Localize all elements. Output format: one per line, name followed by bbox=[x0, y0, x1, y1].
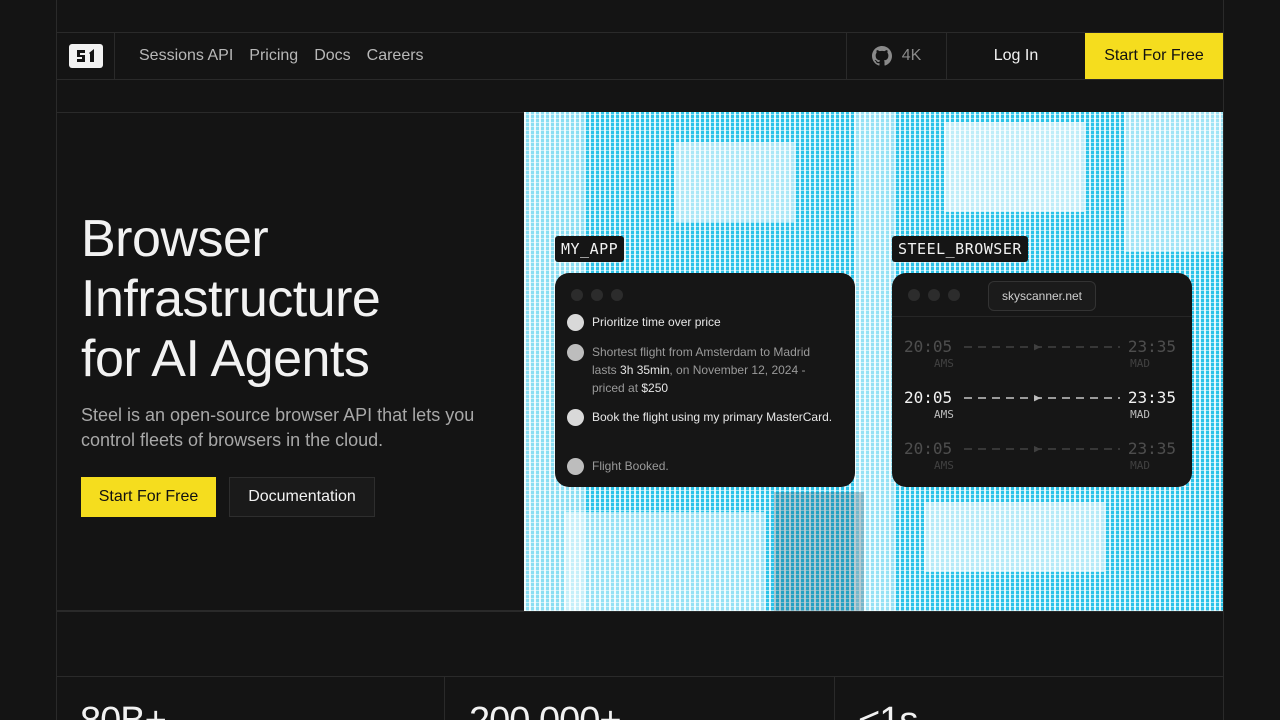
hero-title: Browser Infrastructure for AI Agents bbox=[81, 209, 381, 389]
hero-section: Browser Infrastructure for AI Agents Ste… bbox=[56, 112, 524, 611]
art-block bbox=[924, 502, 1104, 572]
window-dot bbox=[948, 289, 960, 301]
depart-airport: AMS bbox=[934, 459, 954, 472]
frame-line-right bbox=[1223, 0, 1224, 720]
window-dot bbox=[591, 289, 603, 301]
chat-message-user: Prioritize time over price bbox=[567, 313, 837, 331]
play-arrow-icon: ▶ bbox=[1034, 391, 1041, 404]
flight-row: 20:05 AMS ▶ 23:35 MAD bbox=[904, 337, 1180, 373]
chat-message-assistant: Shortest flight from Amsterdam to Madrid… bbox=[567, 343, 837, 397]
hero-illustration: MY_APP STEEL_BROWSER Prioritize time ove… bbox=[524, 112, 1223, 611]
github-button[interactable]: 4K bbox=[846, 33, 946, 79]
hero-title-line-2: Infrastructure bbox=[81, 270, 381, 328]
nav-start-free-button[interactable]: Start For Free bbox=[1085, 33, 1223, 79]
art-block bbox=[674, 142, 794, 222]
assistant-icon bbox=[567, 344, 584, 361]
arrive-airport: MAD bbox=[1130, 357, 1150, 370]
flight-path bbox=[964, 346, 1120, 348]
stats-divider bbox=[444, 676, 445, 720]
msg-duration: 3h 35min bbox=[620, 363, 670, 377]
chat-message-text: Flight Booked. bbox=[592, 459, 669, 473]
logo[interactable] bbox=[57, 33, 115, 79]
art-block bbox=[944, 122, 1084, 212]
stat-value-3: <1s bbox=[858, 700, 918, 720]
app-tag: MY_APP bbox=[555, 236, 625, 262]
github-icon bbox=[871, 46, 892, 66]
documentation-button[interactable]: Documentation bbox=[229, 477, 375, 517]
chat-message-user: Book the flight using my primary MasterC… bbox=[567, 408, 837, 426]
window-dot bbox=[611, 289, 623, 301]
depart-time: 20:05 bbox=[904, 439, 953, 458]
play-arrow-icon: ▶ bbox=[1034, 340, 1041, 353]
window-controls bbox=[571, 289, 623, 301]
flight-path bbox=[964, 397, 1120, 399]
divider bbox=[892, 316, 1192, 317]
browser-card: skyscanner.net 20:05 AMS ▶ 23:35 MAD 20:… bbox=[892, 273, 1192, 487]
hero-start-free-button[interactable]: Start For Free bbox=[81, 477, 216, 517]
top-nav: Sessions API Pricing Docs Careers 4K Log… bbox=[56, 32, 1224, 80]
art-block bbox=[1124, 112, 1223, 252]
msg-price: $250 bbox=[641, 381, 669, 395]
app-chat-card: Prioritize time over price Shortest flig… bbox=[555, 273, 855, 487]
depart-airport: AMS bbox=[934, 408, 954, 421]
window-dot bbox=[908, 289, 920, 301]
nav-link-sessions-api[interactable]: Sessions API bbox=[139, 47, 233, 65]
nav-link-pricing[interactable]: Pricing bbox=[249, 47, 298, 65]
assistant-icon bbox=[567, 458, 584, 475]
hero-title-line-1: Browser bbox=[81, 210, 269, 268]
chat-message-text: Book the flight using my primary MasterC… bbox=[592, 410, 833, 424]
arrive-time: 23:35 bbox=[1127, 439, 1176, 458]
stat-value-2: 200,000+ bbox=[469, 700, 622, 720]
frame-line-hero-bottom bbox=[56, 611, 1224, 612]
steel-logo-icon bbox=[68, 44, 103, 68]
depart-airport: AMS bbox=[934, 357, 954, 370]
stats-section bbox=[56, 676, 1224, 720]
user-avatar bbox=[567, 409, 584, 426]
stat-value-1: 80B+ bbox=[80, 700, 167, 720]
arrive-airport: MAD bbox=[1130, 459, 1150, 472]
hero-title-line-3: for AI Agents bbox=[81, 330, 370, 388]
user-avatar bbox=[567, 314, 584, 331]
chat-message-text: Prioritize time over price bbox=[592, 315, 721, 329]
hero-subtitle: Steel is an open-source browser API that… bbox=[81, 405, 475, 450]
login-button[interactable]: Log In bbox=[946, 33, 1085, 79]
flight-row-selected: 20:05 AMS ▶ 23:35 MAD bbox=[904, 388, 1180, 424]
chat-message-text: Shortest flight from Amsterdam to Madrid… bbox=[592, 343, 837, 397]
nav-link-careers[interactable]: Careers bbox=[367, 47, 424, 65]
art-block bbox=[564, 512, 764, 611]
window-controls bbox=[908, 289, 960, 301]
url-bar: skyscanner.net bbox=[988, 281, 1096, 311]
flight-row: 20:05 AMS ▶ 23:35 MAD bbox=[904, 439, 1180, 475]
depart-time: 20:05 bbox=[904, 337, 953, 356]
github-stars-count: 4K bbox=[901, 47, 922, 64]
window-dot bbox=[928, 289, 940, 301]
nav-links: Sessions API Pricing Docs Careers bbox=[115, 33, 846, 79]
arrive-time: 23:35 bbox=[1127, 337, 1176, 356]
window-dot bbox=[571, 289, 583, 301]
browser-tag: STEEL_BROWSER bbox=[892, 236, 1028, 262]
arrive-time: 23:35 bbox=[1127, 388, 1176, 407]
flight-path bbox=[964, 448, 1120, 450]
chat-message-assistant: Flight Booked. bbox=[567, 457, 837, 475]
play-arrow-icon: ▶ bbox=[1034, 442, 1041, 455]
stats-divider bbox=[834, 676, 835, 720]
arrive-airport: MAD bbox=[1130, 408, 1150, 421]
depart-time: 20:05 bbox=[904, 388, 953, 407]
art-block bbox=[774, 492, 864, 611]
nav-link-docs[interactable]: Docs bbox=[314, 47, 350, 65]
